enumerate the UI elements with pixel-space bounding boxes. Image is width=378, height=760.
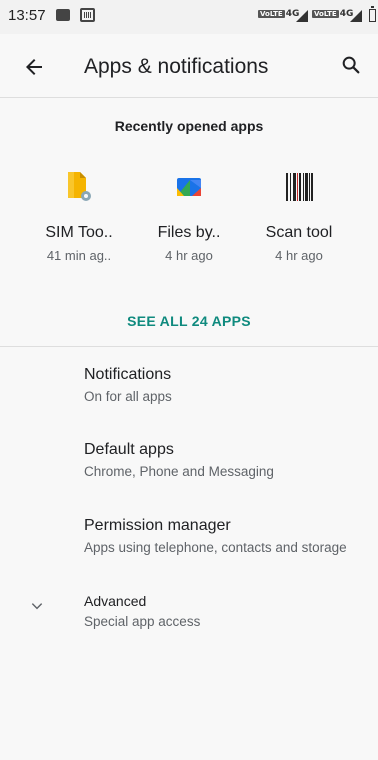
- setting-label: Default apps: [84, 441, 174, 458]
- recent-app-time: 41 min ag..: [46, 248, 112, 263]
- barcode-icon: [284, 170, 314, 204]
- setting-summary: Chrome, Phone and Messaging: [84, 464, 274, 479]
- section-divider: [0, 346, 378, 347]
- recent-app-files[interactable]: Files by.. 4 hr ago: [134, 170, 244, 263]
- volte-badge-2: VoLTE: [312, 10, 339, 18]
- network-indicator-2: VoLTE 4G: [312, 9, 353, 19]
- setting-summary: Apps using telephone, contacts and stora…: [84, 540, 347, 555]
- setting-default-apps[interactable]: Default apps Chrome, Phone and Messaging: [0, 441, 378, 501]
- volte-badge-1: VoLTE: [258, 10, 285, 18]
- chevron-down-icon: [31, 603, 43, 610]
- recent-app-name: SIM Too..: [45, 224, 113, 241]
- setting-permission-manager[interactable]: Permission manager Apps using telephone,…: [0, 517, 378, 577]
- recent-app-time: 4 hr ago: [275, 248, 323, 263]
- recent-app-name: Scan tool: [265, 224, 333, 241]
- battery-icon: [369, 6, 376, 22]
- sim-toolkit-icon: [64, 170, 94, 204]
- setting-notifications[interactable]: Notifications On for all apps: [0, 366, 378, 426]
- files-icon: [174, 170, 204, 204]
- sim-notification-icon: [80, 8, 95, 22]
- page-title: Apps & notifications: [84, 55, 269, 78]
- setting-summary: On for all apps: [84, 389, 172, 404]
- search-icon[interactable]: [340, 54, 362, 76]
- setting-label: Permission manager: [84, 517, 231, 534]
- recent-app-sim-toolkit[interactable]: SIM Too.. 41 min ag..: [24, 170, 134, 263]
- app-bar: Apps & notifications: [0, 34, 378, 98]
- recent-app-scan-tool[interactable]: Scan tool 4 hr ago: [244, 170, 354, 263]
- signal-icon-2: [350, 10, 362, 22]
- setting-label: Advanced: [84, 593, 147, 609]
- setting-label: Notifications: [84, 366, 172, 383]
- recent-apps-heading: Recently opened apps: [114, 118, 264, 134]
- header-divider: [0, 97, 378, 98]
- arrow-back-icon[interactable]: [22, 55, 46, 79]
- status-time: 13:57: [8, 7, 46, 24]
- setting-summary: Special app access: [84, 614, 201, 629]
- signal-icon-1: [296, 10, 308, 22]
- image-notification-icon: [56, 9, 70, 21]
- see-all-apps-button[interactable]: SEE ALL 24 APPS: [0, 313, 378, 329]
- status-bar: 13:57 VoLTE 4G VoLTE 4G: [0, 0, 378, 34]
- setting-advanced[interactable]: Advanced Special app access: [0, 593, 378, 653]
- recent-app-name: Files by..: [157, 224, 221, 241]
- network-indicator-1: VoLTE 4G: [258, 9, 299, 19]
- recent-app-time: 4 hr ago: [165, 248, 213, 263]
